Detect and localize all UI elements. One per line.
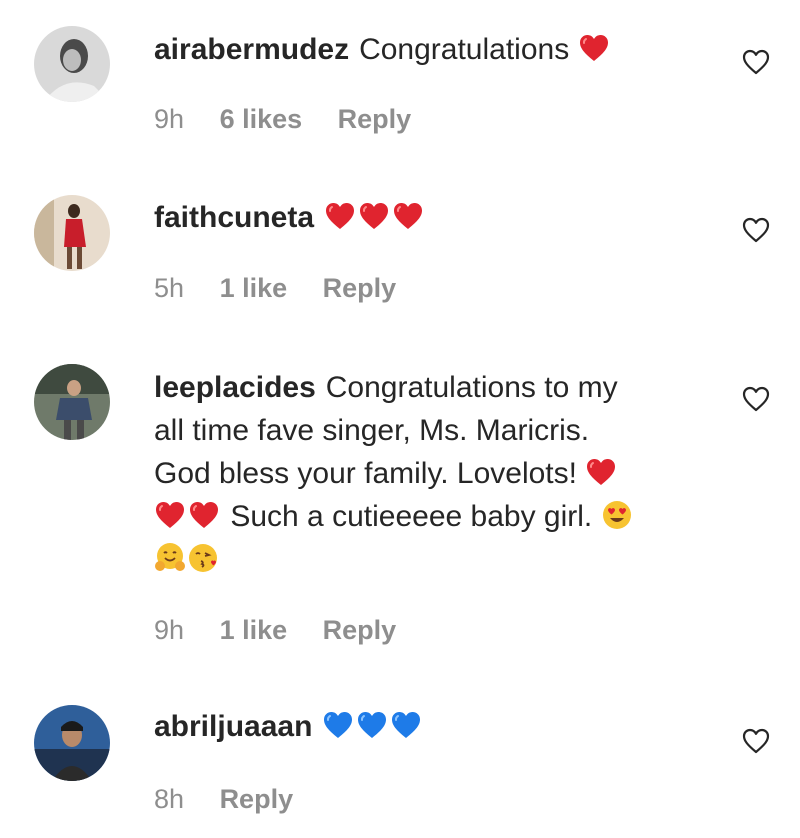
blue-heart-emoji bbox=[356, 709, 388, 741]
red-heart-emoji bbox=[154, 499, 186, 531]
comment-time: 9h bbox=[154, 104, 185, 134]
like-heart-icon[interactable] bbox=[740, 46, 772, 78]
red-heart-emoji bbox=[188, 499, 220, 531]
avatar[interactable] bbox=[34, 705, 110, 781]
reply-button[interactable]: Reply bbox=[220, 784, 294, 814]
like-heart-icon[interactable] bbox=[740, 725, 772, 757]
red-heart-emoji bbox=[585, 456, 617, 488]
avatar[interactable] bbox=[34, 364, 110, 440]
comment-username[interactable]: abriljuaaan bbox=[154, 710, 312, 743]
comment-time: 9h bbox=[154, 615, 185, 645]
reply-button[interactable]: Reply bbox=[338, 104, 412, 134]
comment-likes[interactable]: 1 like bbox=[220, 273, 288, 303]
red-heart-emoji bbox=[324, 200, 356, 232]
comment-text-line: Such a cutieeeee baby girl. bbox=[230, 500, 593, 533]
blue-heart-emoji bbox=[322, 709, 354, 741]
comment-time: 8h bbox=[154, 784, 185, 814]
avatar[interactable] bbox=[34, 195, 110, 271]
comment-text-line: all time fave singer, Ms. Maricris. bbox=[154, 414, 590, 447]
comment-username[interactable]: leeplacides bbox=[154, 371, 316, 404]
comment-text: Congratulations bbox=[359, 33, 570, 66]
blue-heart-emoji bbox=[390, 709, 422, 741]
hugging-emoji bbox=[154, 542, 186, 574]
like-heart-icon[interactable] bbox=[740, 214, 772, 246]
reply-button[interactable]: Reply bbox=[323, 273, 397, 303]
comment-likes[interactable]: 6 likes bbox=[220, 104, 303, 134]
red-heart-emoji bbox=[358, 200, 390, 232]
kissing-emoji bbox=[188, 542, 220, 574]
comment-time: 5h bbox=[154, 273, 185, 303]
comment-likes[interactable]: 1 like bbox=[220, 615, 288, 645]
avatar[interactable] bbox=[34, 26, 110, 102]
reply-button[interactable]: Reply bbox=[323, 615, 397, 645]
like-heart-icon[interactable] bbox=[740, 383, 772, 415]
red-heart-emoji bbox=[392, 200, 424, 232]
comment-username[interactable]: faithcuneta bbox=[154, 201, 314, 234]
heart-eyes-emoji bbox=[601, 499, 633, 531]
comment-username[interactable]: airabermudez bbox=[154, 33, 349, 66]
red-heart-emoji bbox=[578, 32, 610, 64]
comment-text-line: Congratulations to my bbox=[325, 371, 618, 404]
comment-text-line: God bless your family. Lovelots! bbox=[154, 457, 577, 490]
